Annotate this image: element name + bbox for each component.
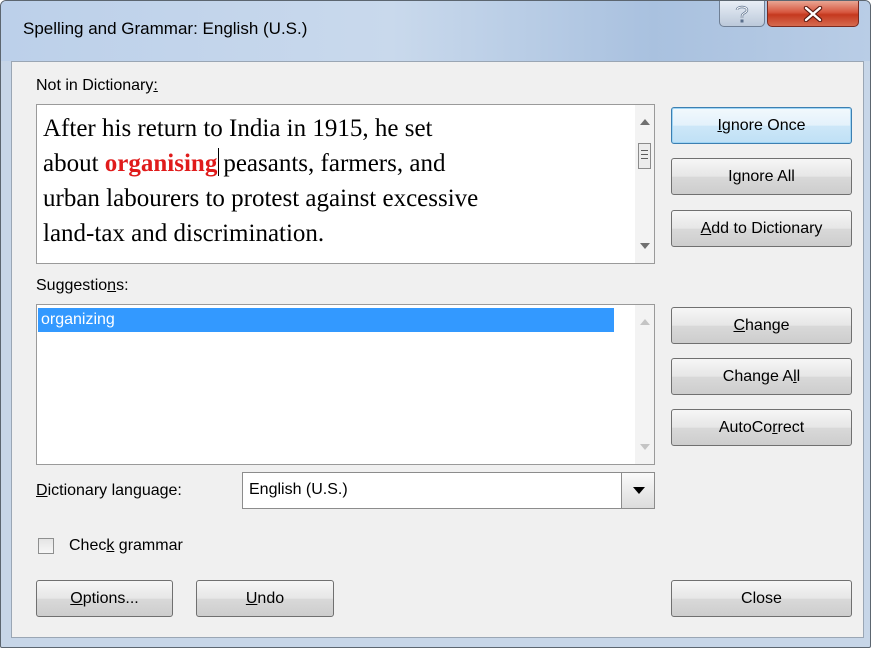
add-to-dictionary-button[interactable]: Add to Dictionary: [671, 210, 852, 247]
help-button[interactable]: [719, 1, 765, 27]
scroll-down-icon[interactable]: [640, 243, 650, 249]
ignore-once-button[interactable]: Ignore Once: [671, 107, 852, 144]
close-button[interactable]: Close: [671, 580, 852, 617]
autocorrect-button[interactable]: AutoCo r rect: [671, 409, 852, 446]
dictionary-language-label: Dictionary language:: [36, 482, 182, 499]
scroll-down-icon[interactable]: [640, 444, 650, 450]
not-in-dictionary-label: Not in Dictionary:: [36, 77, 158, 94]
dictionary-language-select[interactable]: English (U.S.): [242, 472, 655, 509]
context-scrollbar[interactable]: [635, 105, 654, 263]
not-in-dictionary-textbox[interactable]: After his return to India in 1915, he se…: [36, 104, 655, 264]
dropdown-button[interactable]: [621, 473, 654, 508]
change-button[interactable]: Change: [671, 307, 852, 344]
dialog-body: Not in Dictionary: After his return to I…: [11, 61, 864, 638]
help-icon: [735, 5, 749, 22]
spelling-grammar-dialog: Spelling and Grammar: English (U.S.) Not…: [0, 0, 871, 648]
scroll-up-icon[interactable]: [640, 119, 650, 125]
options-button[interactable]: Options...: [36, 580, 173, 617]
check-grammar-label[interactable]: Check grammar: [69, 537, 183, 555]
undo-button[interactable]: Undo: [196, 580, 334, 617]
close-window-button[interactable]: [767, 1, 859, 27]
text-caret: [218, 148, 220, 176]
suggestion-item[interactable]: organizing: [38, 308, 614, 332]
scroll-thumb[interactable]: [638, 143, 651, 169]
selected-language: English (U.S.): [249, 481, 348, 498]
suggestions-list[interactable]: organizing: [36, 304, 655, 465]
check-grammar-checkbox[interactable]: [38, 538, 54, 554]
dialog-title: Spelling and Grammar: English (U.S.): [23, 19, 308, 38]
title-bar[interactable]: Spelling and Grammar: English (U.S.): [1, 1, 870, 61]
change-all-button[interactable]: Change All: [671, 358, 852, 395]
flagged-word[interactable]: organising: [105, 150, 218, 177]
suggestions-scrollbar[interactable]: [635, 305, 654, 464]
chevron-down-icon: [633, 487, 645, 494]
sentence-context: After his return to India in 1915, he se…: [43, 115, 479, 247]
close-icon: [803, 5, 823, 22]
scroll-up-icon[interactable]: [640, 319, 650, 325]
suggestions-label: Suggestions:: [36, 277, 129, 294]
ignore-all-button[interactable]: Ig nore All: [671, 158, 852, 195]
